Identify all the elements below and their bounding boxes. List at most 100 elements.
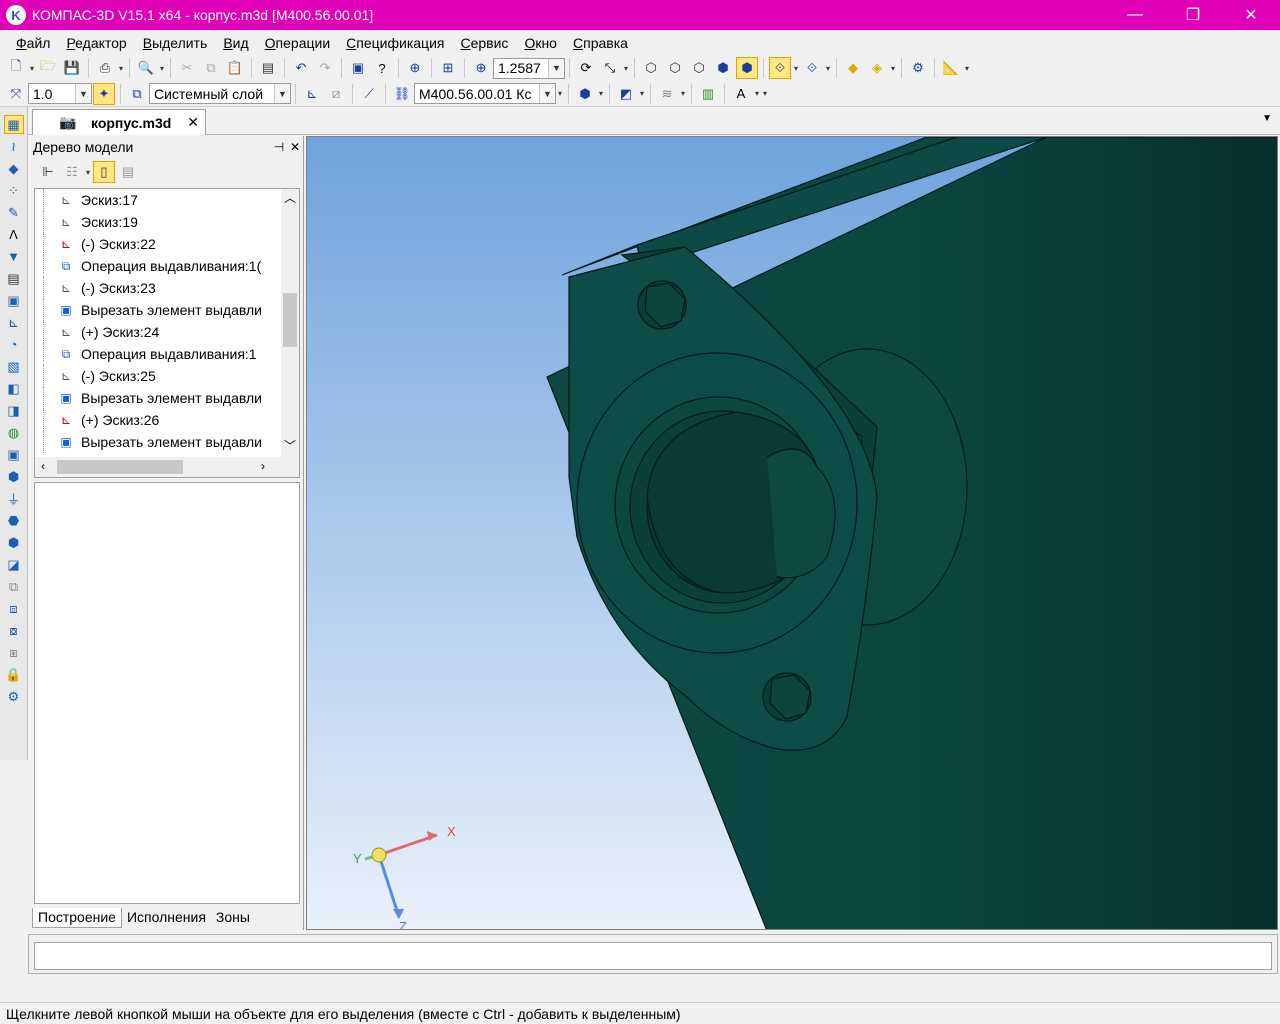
tree-item[interactable]: ⊾ (-) Эскиз:22 <box>35 233 299 255</box>
redo-icon[interactable]: ↷ <box>314 57 336 79</box>
model-viewport[interactable]: X Z Y <box>306 136 1278 930</box>
chevron-down-icon[interactable]: ▼ <box>75 84 91 103</box>
tree-item[interactable]: ⧉ Операция выдавливания:1( <box>35 255 299 277</box>
model-view-canvas[interactable]: X Z Y <box>307 137 1278 930</box>
sketch-tool-icon[interactable]: ◆ <box>4 159 24 178</box>
tree-item[interactable]: ⧉ Операция выдавливания:1 <box>35 343 299 365</box>
close-tab-icon[interactable]: ✕ <box>187 114 199 131</box>
tree-sort-dropdown-icon[interactable]: ▾ <box>84 168 92 177</box>
undo-icon[interactable]: ↶ <box>290 57 312 79</box>
compact-panel-switch-icon[interactable]: ▦ <box>3 115 24 134</box>
mirror-tool-icon[interactable]: ◪ <box>4 555 24 574</box>
wireframe-icon[interactable]: ⬡ <box>640 57 662 79</box>
layer-combobox[interactable]: Системный слой ▼ <box>149 83 291 104</box>
horizontal-scrollbar[interactable]: ‹ › <box>35 457 299 477</box>
style-icon[interactable]: ≋ <box>656 83 678 105</box>
pipe-tool-icon[interactable]: ◍ <box>4 423 24 442</box>
text-style-icon[interactable]: A <box>730 83 752 105</box>
chevron-down-icon[interactable]: ▼ <box>548 58 564 78</box>
tree-item[interactable]: ⊾ (+) Эскиз:26 <box>35 409 299 431</box>
snap-icon[interactable]: ✦ <box>93 82 115 105</box>
report-tool-icon[interactable]: ▣ <box>4 291 24 310</box>
tree-sort-icon[interactable]: ☷ <box>61 161 83 183</box>
preview-dropdown-icon[interactable]: ▾ <box>158 64 166 73</box>
line-tool-icon[interactable]: ✎ <box>4 203 24 222</box>
properties-icon[interactable]: ▤ <box>257 57 279 79</box>
body-tool-icon[interactable]: ◧ <box>4 379 24 398</box>
sheet-tool-icon[interactable]: ◨ <box>4 401 24 420</box>
points-icon[interactable]: ⁘ <box>4 181 24 200</box>
loft-tool-icon[interactable]: ⏚ <box>4 489 24 508</box>
vertical-scrollbar[interactable]: ︿ ﹀ <box>281 189 299 457</box>
manager-icon[interactable]: ▣ <box>347 57 369 79</box>
move-tool-icon[interactable]: ⧈ <box>4 599 24 618</box>
document-tab[interactable]: 📷 корпус.m3d ✕ <box>32 109 206 135</box>
zoom-combobox[interactable]: 1.2587 ▼ <box>493 57 565 79</box>
cut-icon[interactable]: ✂ <box>176 57 198 79</box>
halftone-edges-icon[interactable]: ⬢ <box>736 57 758 79</box>
tree-item[interactable]: ⊾ (+) Эскиз:24 <box>35 321 299 343</box>
library-icon[interactable]: ⚙ <box>907 57 929 79</box>
preview-icon[interactable]: 🔍 <box>135 57 157 79</box>
tree-item[interactable]: ⊾ Эскиз:19 <box>35 211 299 233</box>
tab-zones[interactable]: Зоны <box>211 908 255 928</box>
open-folder-icon[interactable]: 🗁 <box>37 57 59 79</box>
toolbar-overflow-icon[interactable]: ▾ <box>761 89 769 98</box>
menu-operations[interactable]: Операции <box>257 35 339 51</box>
tree-detail-icon[interactable]: ▯ <box>93 161 115 183</box>
pin-icon[interactable]: ⊣ <box>271 140 287 154</box>
tree-item[interactable]: ▣ Вырезать элемент выдавли <box>35 299 299 321</box>
spec-tool-icon[interactable]: ▤ <box>4 269 24 288</box>
surface-tool-icon[interactable]: ◔ <box>4 335 24 354</box>
command-field[interactable] <box>34 942 1272 970</box>
designation-icon[interactable]: ⛓ <box>391 83 413 105</box>
thin-lines-icon[interactable]: ⬡ <box>688 57 710 79</box>
paste-icon[interactable]: 📋 <box>224 57 246 79</box>
section-icon[interactable]: ▥ <box>697 83 719 105</box>
toolbar-overflow-icon[interactable]: ▾ <box>963 64 971 73</box>
view-params-icon[interactable]: ⬢ <box>574 83 596 105</box>
menu-file[interactable]: Файл <box>8 35 58 51</box>
lock-tool-icon[interactable]: 🔒 <box>4 665 24 684</box>
view-params-dropdown-icon[interactable]: ▾ <box>597 89 605 98</box>
tree-structure-icon[interactable]: ⊩ <box>37 161 59 183</box>
menu-view[interactable]: Вид <box>215 35 256 51</box>
hidden-lines-icon[interactable]: ⬡ <box>664 57 686 79</box>
select-filter-dropdown-icon[interactable]: ▾ <box>824 64 832 73</box>
orientation-dropdown-icon[interactable]: ▾ <box>622 64 630 73</box>
tree-item[interactable]: ⊾ Эскиз:17 <box>35 189 299 211</box>
cut-tool-icon[interactable]: ▣ <box>4 445 24 464</box>
tree-item[interactable]: ▣ Вырезать элемент выдавли <box>35 387 299 409</box>
extrude-tool-icon[interactable]: ⬢ <box>4 467 24 486</box>
toolbar-overflow-icon[interactable]: ▾ <box>556 89 564 98</box>
filter-objects-icon[interactable]: ⟐ <box>769 57 791 79</box>
scroll-down-icon[interactable]: ﹀ <box>281 437 299 455</box>
halftone-icon[interactable]: ⬢ <box>712 57 734 79</box>
rib-tool-icon[interactable]: ⬢ <box>4 533 24 552</box>
color-dropdown-icon[interactable]: ▾ <box>638 89 646 98</box>
text-style-dropdown-icon[interactable]: ▾ <box>753 89 761 98</box>
menu-help[interactable]: Справка <box>565 35 636 51</box>
copy-icon[interactable]: ⧉ <box>200 57 222 79</box>
part-icon[interactable]: ◆ <box>842 57 864 79</box>
new-document-icon[interactable]: 🗋 <box>5 57 27 79</box>
copy-tool-icon[interactable]: ⧉ <box>4 577 24 596</box>
tree-item[interactable]: ⊾ (-) Эскиз:23 <box>35 277 299 299</box>
scale-tool-icon[interactable]: ⧆ <box>4 643 24 662</box>
zoom-in-icon[interactable]: ⊕ <box>470 57 492 79</box>
select-filter-icon[interactable]: ⟐ <box>801 57 823 79</box>
scroll-right-icon[interactable]: › <box>261 459 265 473</box>
scroll-thumb[interactable] <box>283 293 297 347</box>
model-tree[interactable]: ⊾ Эскиз:17 ⊾ Эскиз:19 ⊾ (-) Эскиз:22 ⧉ Операция… <box>34 188 300 478</box>
zoom-all-icon[interactable]: ⊞ <box>437 57 459 79</box>
tabs-list-icon[interactable]: ▼ <box>1262 113 1272 124</box>
tree-item[interactable]: ▣ Вырезать элемент выдавли <box>35 431 299 453</box>
print-dropdown-icon[interactable]: ▾ <box>117 64 125 73</box>
chevron-down-icon[interactable]: ▼ <box>274 84 290 103</box>
orientation-cs-icon[interactable]: ⧄ <box>325 83 347 105</box>
angle-tool-icon[interactable]: Λ <box>4 225 24 244</box>
minimize-button[interactable]: — <box>1106 0 1164 30</box>
menu-window[interactable]: Окно <box>516 35 565 51</box>
assembly-icon[interactable]: ◈ <box>866 57 888 79</box>
maximize-button[interactable]: ❐ <box>1164 0 1222 30</box>
